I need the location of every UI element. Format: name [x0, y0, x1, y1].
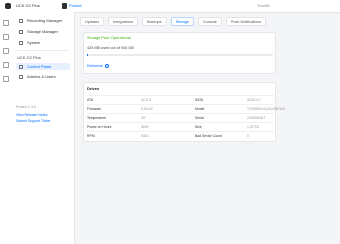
protect-app-icon[interactable] — [62, 3, 67, 9]
table-row: ATA ACS-3 SATA SATA 3.1 — [87, 95, 274, 103]
drive-attribute-label: RPM — [87, 134, 95, 138]
recording-icon — [19, 18, 23, 23]
console-name[interactable]: UCK G2 Plus — [16, 3, 40, 8]
sidebar-item-storage-manager[interactable]: Storage Manager — [16, 28, 70, 35]
device-name: UCK G2 Plus — [17, 55, 41, 60]
camera-icon[interactable] — [3, 34, 9, 40]
sidebar-item-label: Control Plane — [27, 64, 52, 69]
storage-usage-text: 425 MB used out of 940 GB — [87, 46, 134, 50]
devices-icon[interactable] — [3, 62, 9, 68]
tab-push-notifications[interactable]: Push Notifications — [225, 17, 267, 26]
reformat-label: Reformat — [87, 64, 103, 68]
storage-pool-status: Storage Pool: Operational — [87, 36, 131, 40]
users-icon — [19, 74, 23, 79]
drive-attribute-label: Firmware — [87, 107, 102, 111]
drive-attribute-label: Temperature — [87, 116, 107, 120]
settings-tabs: Updates Integrations Backups Storage Con… — [80, 17, 267, 26]
drives-card: Drives ATA ACS-3 SATA SATA 3.1 Firmware 5.05.… — [83, 82, 285, 142]
sidebar-item-label: Storage Manager — [27, 29, 58, 34]
table-row: Power on Hours 8690 Size 1.00 TB — [87, 122, 274, 130]
unifi-logo-icon — [5, 3, 11, 9]
sidebar-item-system[interactable]: System — [16, 39, 70, 46]
drive-attribute-label: Serial — [195, 116, 204, 120]
tab-integrations[interactable]: Integrations — [108, 17, 138, 26]
user-name[interactable]: Tuto95 — [257, 3, 269, 8]
sidebar-item-recording-manager[interactable]: Recording Manager — [16, 17, 70, 24]
settings-sidebar: Recording Manager Storage Manager System… — [12, 12, 75, 244]
drive-attribute-value: 8690 — [141, 125, 149, 129]
drive-attribute-label: Size — [195, 125, 202, 129]
sidebar-divider — [17, 50, 69, 51]
control-plane-icon — [19, 64, 23, 69]
drive-attribute-label: Power on Hours — [87, 125, 112, 129]
tab-storage[interactable]: Storage — [170, 17, 194, 26]
dashboard-icon[interactable] — [3, 20, 9, 26]
drives-title: Drives — [87, 86, 100, 91]
drive-attribute-value: ACS-3 — [141, 98, 151, 102]
sidebar-item-label: Admins & Users — [27, 74, 56, 79]
info-icon[interactable] — [104, 64, 109, 68]
table-row: Firmware 5.05.AC Model TOSHIBA HQ2A406F100 — [87, 104, 285, 112]
timeline-icon[interactable] — [3, 48, 9, 54]
support-ticket-link[interactable]: Submit Support Ticket — [16, 119, 50, 123]
storage-usage-bar — [87, 54, 273, 56]
table-row: RPM 5400 Bad Sector Count 0 — [87, 131, 274, 139]
tab-updates[interactable]: Updates — [80, 17, 105, 26]
protect-version: Protect 1.3.6 — [16, 105, 36, 109]
drive-attribute-value: 5400 — [141, 134, 149, 138]
storage-pool-card: Storage Pool: Operational 425 MB used ou… — [83, 32, 276, 74]
system-icon — [19, 40, 23, 45]
protect-app-label[interactable]: Protect — [69, 3, 82, 8]
storage-usage-fill — [87, 54, 89, 56]
drive-attribute-value: 1.00 TB — [247, 125, 259, 129]
drive-attribute-value: Z3K8950UT — [247, 116, 266, 120]
storage-icon — [19, 29, 23, 34]
drive-attribute-value: 33° — [141, 116, 147, 120]
drive-attribute-label: Model — [195, 107, 205, 111]
drive-attribute-value: 0 — [247, 134, 249, 138]
tab-console[interactable]: Console — [197, 17, 222, 26]
release-notes-link[interactable]: View Release Notes — [16, 113, 47, 117]
reformat-button[interactable]: Reformat — [87, 64, 109, 68]
sidebar-item-label: System — [27, 40, 41, 45]
sidebar-item-control-plane[interactable]: Control Plane — [16, 63, 70, 70]
sidebar-item-label: Recording Manager — [27, 18, 63, 23]
drive-attribute-value: 5.05.AC — [141, 107, 154, 111]
drive-attribute-value: SATA 3.1 — [247, 98, 261, 102]
sidebar-item-admins-users[interactable]: Admins & Users — [16, 73, 70, 80]
drive-attribute-value: TOSHIBA HQ2A406F100 — [247, 107, 286, 111]
tab-backups[interactable]: Backups — [142, 17, 167, 26]
drive-attribute-label: ATA — [87, 98, 94, 102]
settings-icon[interactable] — [3, 76, 9, 82]
drive-attribute-label: Bad Sector Count — [195, 134, 222, 138]
table-row: Temperature 33° Serial Z3K8950UT — [87, 113, 274, 121]
drive-attribute-label: SATA — [195, 98, 204, 102]
